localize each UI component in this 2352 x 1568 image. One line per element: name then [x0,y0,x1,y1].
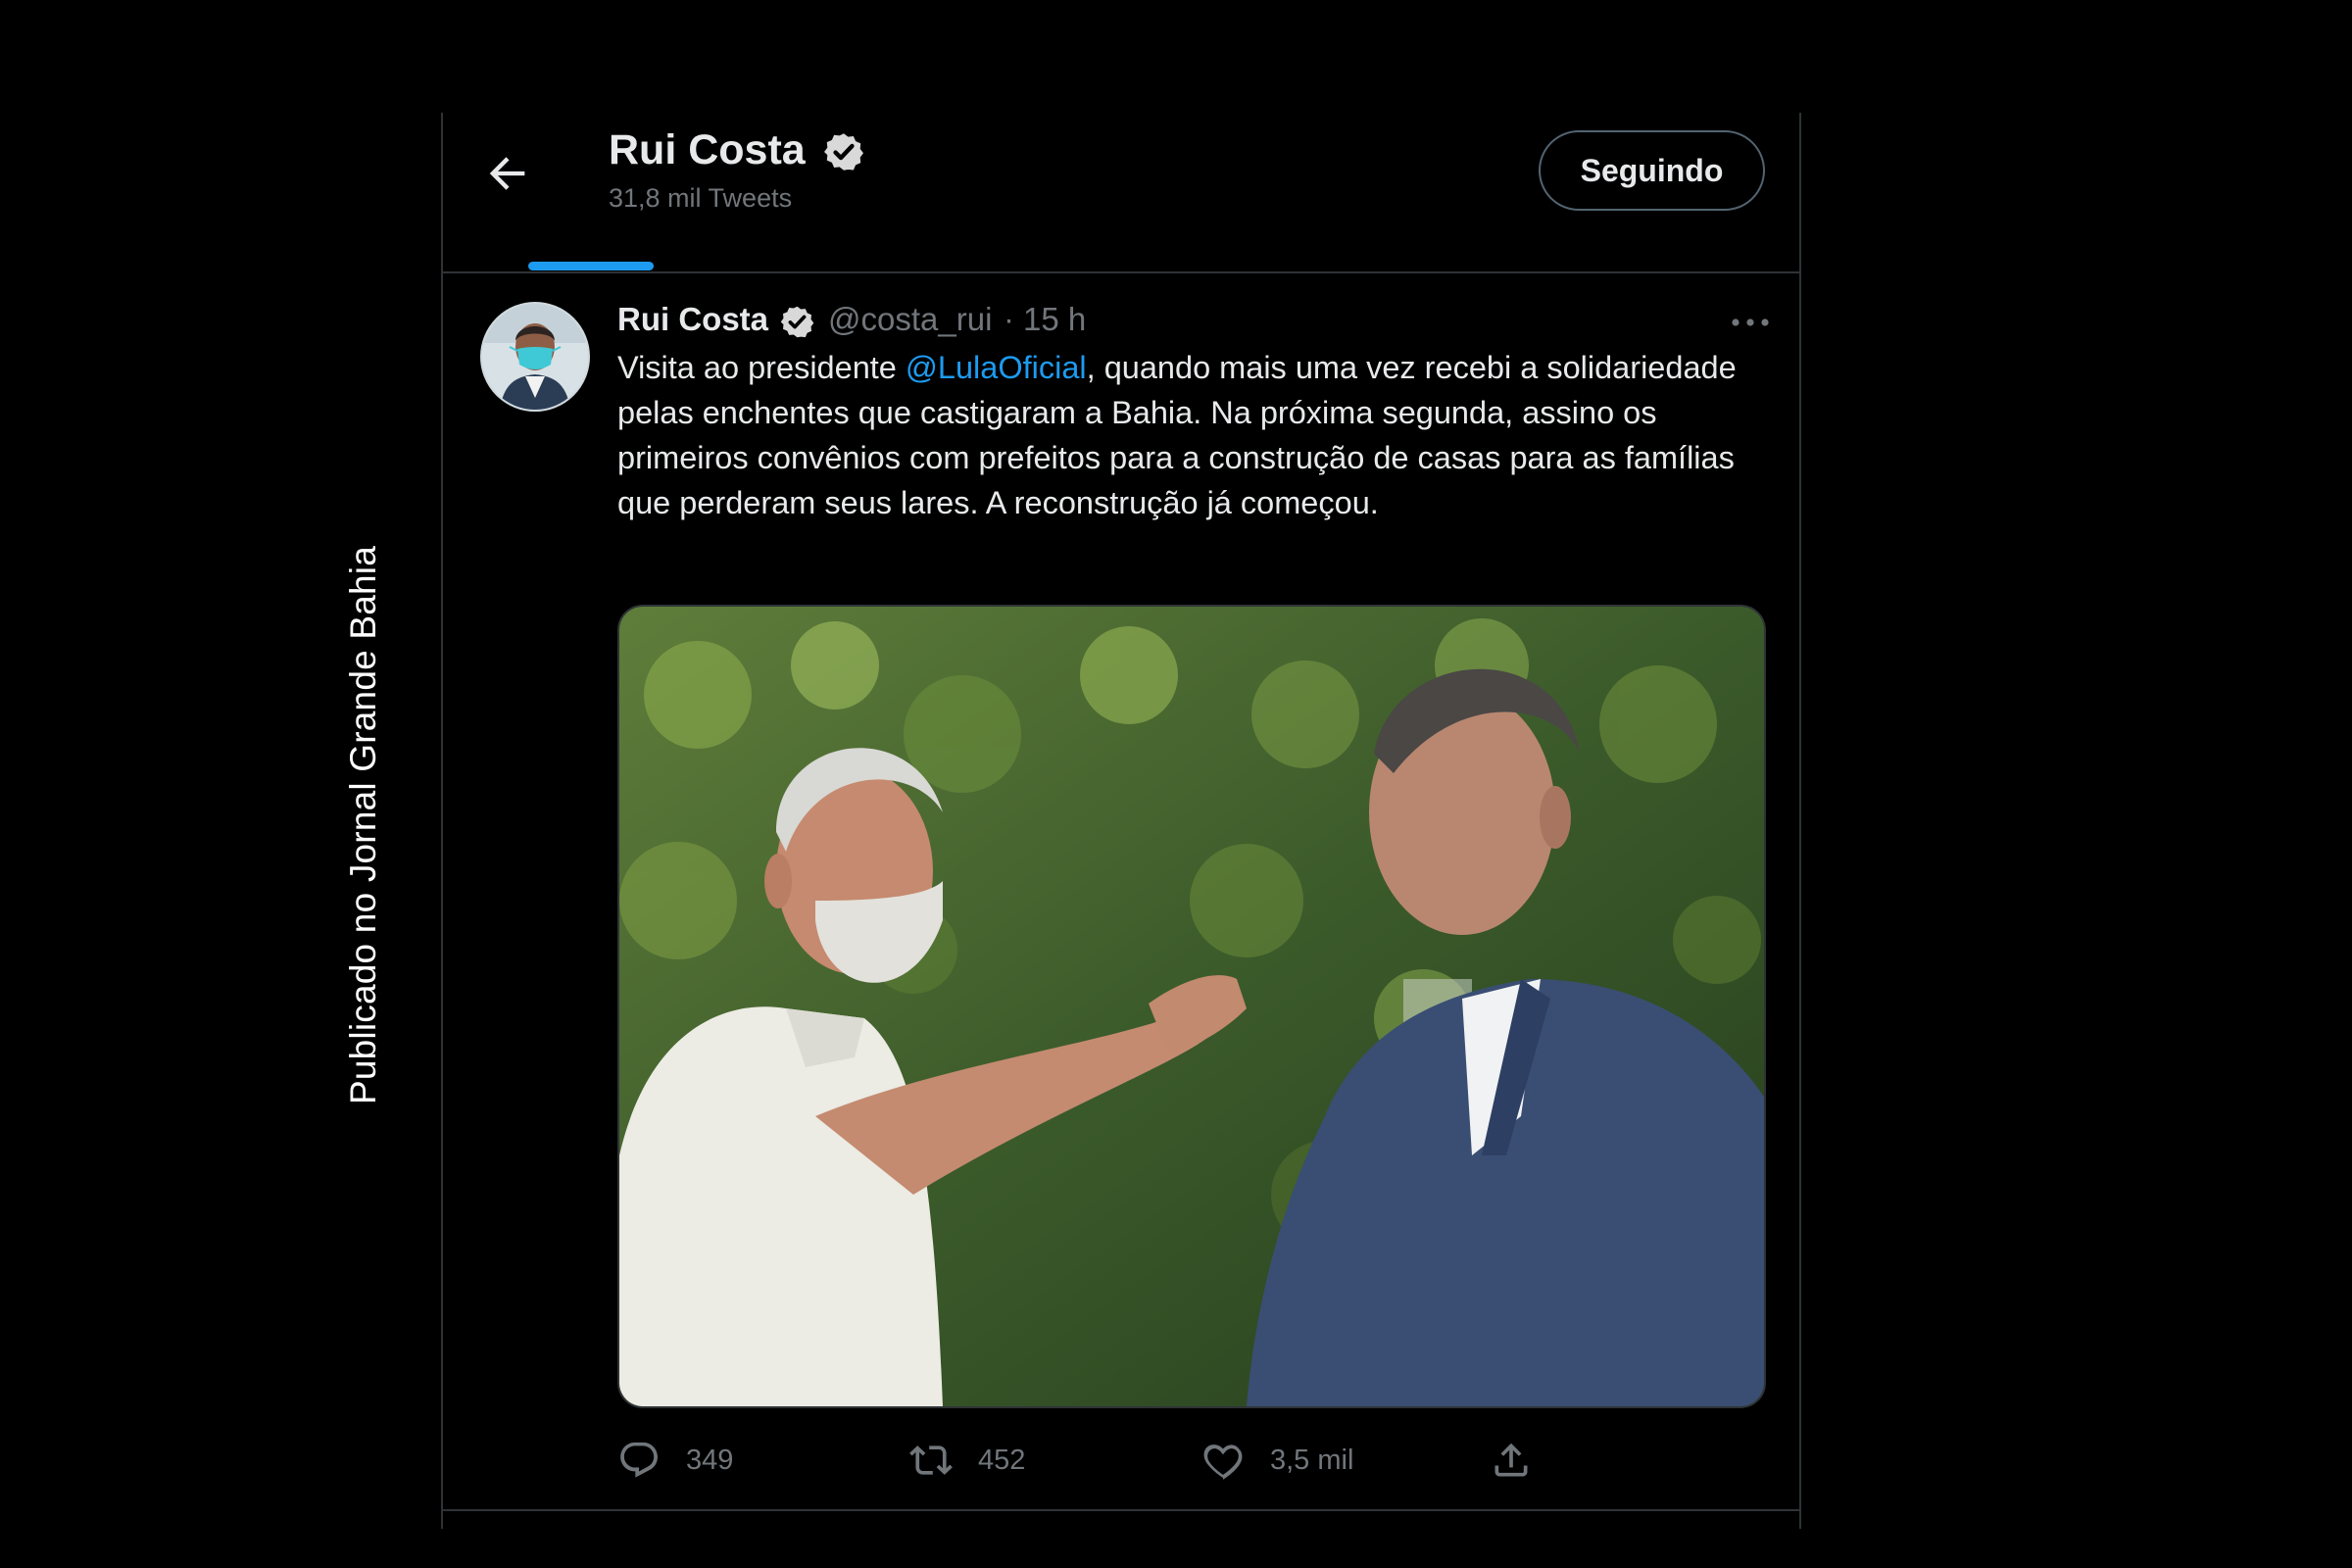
profile-column: Rui Costa 31,8 mil Tweets Seguindo Rui C… [441,113,1801,1529]
tweet-author-name[interactable]: Rui Costa [617,301,768,338]
reply-action[interactable]: 349 [617,1433,733,1488]
meta-separator: · [1004,301,1014,337]
heart-icon[interactable] [1201,1439,1245,1482]
avatar[interactable] [480,302,590,412]
retweet-action[interactable]: 452 [909,1433,1025,1488]
following-button[interactable]: Seguindo [1539,130,1765,211]
more-dots-icon[interactable] [1729,313,1772,332]
retweet-icon[interactable] [909,1439,953,1482]
tweet-handle[interactable]: @costa_rui [828,301,992,338]
mention-link[interactable]: @LulaOficial [906,350,1087,385]
profile-header: Rui Costa 31,8 mil Tweets Seguindo [443,113,1799,273]
reply-count: 349 [686,1444,734,1476]
retweet-count: 452 [978,1444,1026,1476]
tweet[interactable]: Rui Costa @costa_rui · 15 h Visita ao pr… [443,273,1799,1511]
watermark-caption: Publicado no Jornal Grande Bahia [343,546,383,1104]
tweet-count: 31,8 mil Tweets [609,183,793,213]
tweet-photo[interactable] [617,605,1766,1408]
tweet-timestamp[interactable]: 15 h [1023,301,1086,338]
tweet-actions: 349 452 3,5 mil [617,1433,1766,1488]
reply-icon[interactable] [617,1439,661,1482]
verified-badge-icon [824,133,863,171]
verified-badge-icon [780,306,814,338]
like-count: 3,5 mil [1270,1444,1354,1476]
back-arrow-icon[interactable] [482,148,533,199]
header-name: Rui Costa [609,126,806,173]
tweet-text-start: Visita ao presidente [617,350,906,385]
share-icon[interactable] [1490,1439,1533,1482]
active-tab-indicator [528,262,654,270]
tweet-text: Visita ao presidente @LulaOficial, quand… [617,345,1779,525]
like-action[interactable]: 3,5 mil [1201,1433,1353,1488]
share-action[interactable] [1490,1433,1533,1488]
